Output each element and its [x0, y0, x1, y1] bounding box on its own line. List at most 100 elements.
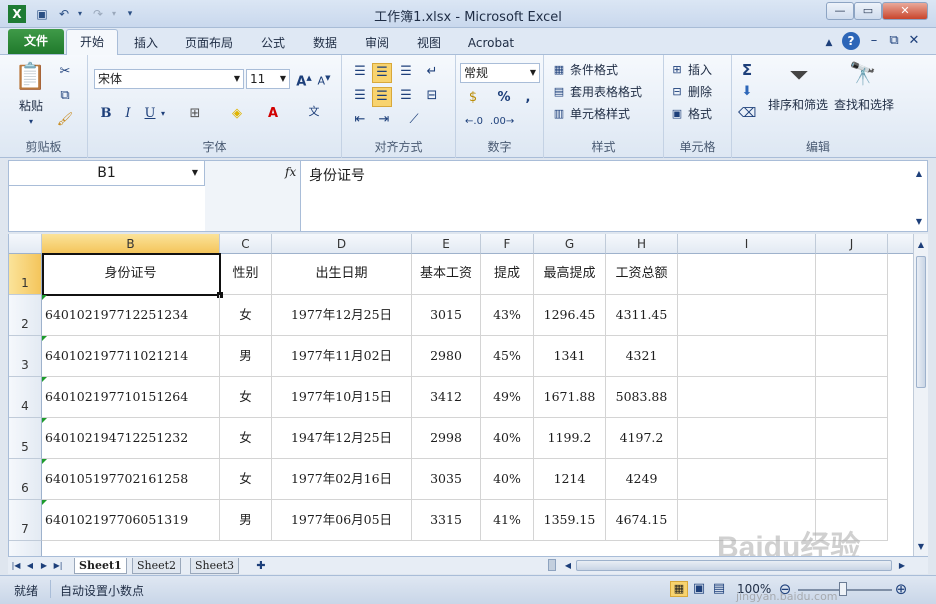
tab-home[interactable]: 开始: [66, 29, 118, 56]
cell-d1[interactable]: 出生日期: [272, 254, 412, 295]
tab-review[interactable]: 审阅: [356, 32, 398, 55]
vertical-scrollbar[interactable]: ▲ ▼: [913, 234, 928, 556]
cell-d3[interactable]: 1977年11月02日: [272, 336, 412, 377]
decrease-decimal-icon[interactable]: .00→: [490, 113, 514, 131]
tab-insert[interactable]: 插入: [126, 32, 166, 55]
cell-f6[interactable]: 40%: [481, 459, 534, 500]
cell-h6[interactable]: 4249: [606, 459, 678, 500]
last-sheet-icon[interactable]: ▶|: [52, 557, 64, 575]
formula-input[interactable]: 身份证号: [309, 165, 365, 185]
cell-h5[interactable]: 4197.2: [606, 418, 678, 459]
row-header[interactable]: 6: [9, 459, 42, 500]
cell-b5[interactable]: 640102194712251232: [42, 418, 220, 459]
cell-h7[interactable]: 4674.15: [606, 500, 678, 541]
font-size-select[interactable]: 11 ▼: [246, 69, 290, 89]
cell-j6[interactable]: [816, 459, 888, 500]
column-header-j[interactable]: J: [816, 234, 888, 254]
formula-scroll-down-icon[interactable]: ▼: [913, 213, 925, 231]
cell-h3[interactable]: 4321: [606, 336, 678, 377]
cell-c1[interactable]: 性别: [220, 254, 272, 295]
cell-j2[interactable]: [816, 295, 888, 336]
cell-c2[interactable]: 女: [220, 295, 272, 336]
italic-icon[interactable]: I: [120, 105, 136, 123]
row-header[interactable]: 7: [9, 500, 42, 541]
horizontal-scroll-thumb[interactable]: [576, 560, 892, 571]
cell-g5[interactable]: 1199.2: [534, 418, 606, 459]
row-header[interactable]: 2: [9, 295, 42, 336]
borders-icon[interactable]: ⊞: [186, 105, 204, 123]
column-header-next[interactable]: [888, 234, 913, 254]
cell-b7[interactable]: 640102197706051319: [42, 500, 220, 541]
workbook-restore-icon[interactable]: ⧉: [886, 32, 902, 50]
sheet-tab-sheet2[interactable]: Sheet2: [132, 558, 182, 574]
workbook-minimize-icon[interactable]: –: [866, 32, 882, 50]
close-button[interactable]: ✕: [882, 2, 928, 20]
insert-function-icon[interactable]: fx: [285, 165, 296, 179]
font-name-select[interactable]: 宋体 ▼: [94, 69, 244, 89]
cell-g6[interactable]: 1214: [534, 459, 606, 500]
zoom-in-icon[interactable]: ⊕: [892, 580, 910, 598]
align-middle-icon[interactable]: ☰: [372, 63, 392, 83]
bold-icon[interactable]: B: [98, 105, 114, 123]
cell-g3[interactable]: 1341: [534, 336, 606, 377]
cell-h4[interactable]: 5083.88: [606, 377, 678, 418]
normal-view-icon[interactable]: ▦: [670, 581, 688, 597]
cell-e3[interactable]: 2980: [412, 336, 481, 377]
tab-split-handle[interactable]: [548, 559, 556, 571]
cell-styles-button[interactable]: 单元格样式: [570, 105, 630, 122]
cell-h2[interactable]: 4311.45: [606, 295, 678, 336]
sheet-tab-sheet3[interactable]: Sheet3: [190, 558, 240, 574]
grow-font-icon[interactable]: A▲: [296, 69, 312, 91]
tab-file[interactable]: 文件: [8, 29, 64, 54]
cell-b3[interactable]: 640102197711021214: [42, 336, 220, 377]
align-top-icon[interactable]: ☰: [350, 63, 370, 81]
align-left-icon[interactable]: ☰: [350, 87, 370, 105]
sheet-tab-sheet1[interactable]: Sheet1: [74, 558, 127, 574]
fill-color-icon[interactable]: ◈: [228, 105, 246, 123]
cell-f5[interactable]: 40%: [481, 418, 534, 459]
row-header[interactable]: 1: [9, 254, 42, 295]
find-select-button[interactable]: 查找和选择: [834, 96, 894, 113]
column-header-e[interactable]: E: [412, 234, 481, 254]
scroll-thumb[interactable]: [916, 256, 926, 388]
cell-i1[interactable]: [678, 254, 816, 295]
font-color-icon[interactable]: A: [264, 105, 282, 123]
cell-c3[interactable]: 男: [220, 336, 272, 377]
cell-f4[interactable]: 49%: [481, 377, 534, 418]
cell-f3[interactable]: 45%: [481, 336, 534, 377]
cell-d2[interactable]: 1977年12月25日: [272, 295, 412, 336]
cell-e7[interactable]: 3315: [412, 500, 481, 541]
page-layout-view-icon[interactable]: ▣: [690, 580, 708, 598]
column-header-i[interactable]: I: [678, 234, 816, 254]
format-as-table-button[interactable]: 套用表格格式: [570, 83, 642, 100]
cell-d7[interactable]: 1977年06月05日: [272, 500, 412, 541]
format-painter-icon[interactable]: 🖌: [56, 111, 74, 129]
format-cells-button[interactable]: 格式: [688, 105, 712, 122]
row-header[interactable]: 4: [9, 377, 42, 418]
cell-f1[interactable]: 提成: [481, 254, 534, 295]
sort-filter-button[interactable]: 排序和筛选: [768, 96, 828, 113]
cell-c5[interactable]: 女: [220, 418, 272, 459]
cell-j1[interactable]: [816, 254, 888, 295]
select-all-corner[interactable]: [9, 234, 42, 254]
column-header-h[interactable]: H: [606, 234, 678, 254]
tab-view[interactable]: 视图: [408, 32, 450, 55]
column-header-d[interactable]: D: [272, 234, 412, 254]
row-header[interactable]: 5: [9, 418, 42, 459]
first-sheet-icon[interactable]: |◀: [10, 557, 22, 575]
comma-style-icon[interactable]: ,: [520, 89, 536, 107]
cell-d4[interactable]: 1977年10月15日: [272, 377, 412, 418]
minimize-button[interactable]: —: [826, 2, 854, 20]
insert-sheet-icon[interactable]: ✚: [252, 557, 270, 575]
tab-data[interactable]: 数据: [304, 32, 346, 55]
cell-e1[interactable]: 基本工资: [412, 254, 481, 295]
shrink-font-icon[interactable]: A▼: [316, 69, 332, 91]
align-bottom-icon[interactable]: ☰: [396, 63, 416, 81]
underline-dropdown-icon[interactable]: ▾: [158, 105, 168, 123]
cell-b2[interactable]: 640102197712251234: [42, 295, 220, 336]
paste-button[interactable]: 粘贴: [14, 97, 48, 114]
scroll-left-icon[interactable]: ◀: [562, 557, 574, 575]
cell-d6[interactable]: 1977年02月16日: [272, 459, 412, 500]
paste-icon[interactable]: 📋: [14, 61, 46, 93]
page-break-view-icon[interactable]: ▤: [710, 580, 728, 598]
